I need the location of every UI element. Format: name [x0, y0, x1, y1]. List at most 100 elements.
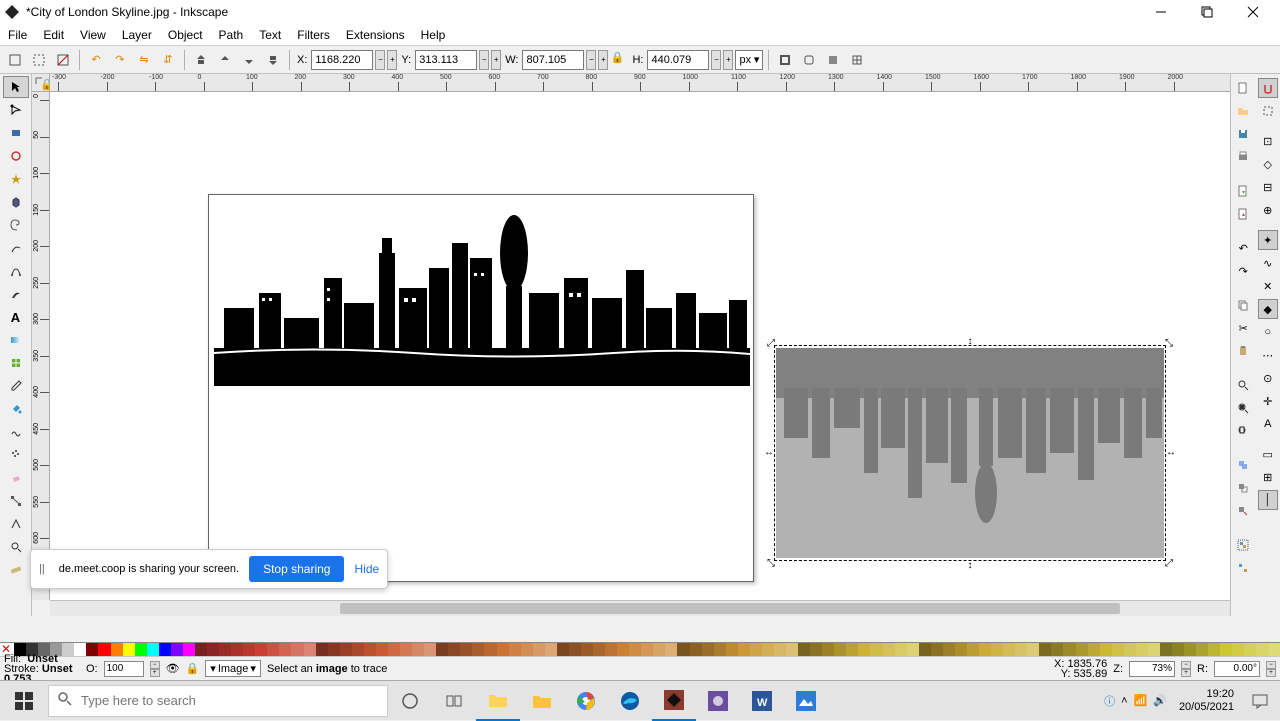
ruler-origin[interactable]: 🔒	[32, 74, 50, 92]
star-tool[interactable]	[3, 168, 29, 190]
swatch[interactable]	[810, 643, 822, 657]
mesh-tool[interactable]	[3, 352, 29, 374]
rotation-input[interactable]	[1214, 661, 1260, 677]
clone-button[interactable]	[1233, 478, 1253, 498]
zoom-inc[interactable]: +	[1181, 669, 1191, 677]
scrollbar-horizontal[interactable]	[50, 600, 1230, 616]
swatch[interactable]	[1232, 643, 1244, 657]
unlink-clone-button[interactable]	[1233, 501, 1253, 521]
menu-help[interactable]: Help	[413, 26, 454, 44]
swatch[interactable]	[1100, 643, 1112, 657]
swatch[interactable]	[786, 643, 798, 657]
snap-smooth-button[interactable]: ○	[1258, 322, 1278, 342]
taskbar-app-chrome[interactable]	[564, 681, 608, 721]
eraser-tool[interactable]	[3, 467, 29, 489]
swatch[interactable]	[424, 643, 436, 657]
swatch[interactable]	[279, 643, 291, 657]
swatch[interactable]	[1148, 643, 1160, 657]
rect-tool[interactable]	[3, 122, 29, 144]
swatch[interactable]	[400, 643, 412, 657]
w-dec[interactable]: −	[586, 50, 596, 70]
swatch[interactable]	[1172, 643, 1184, 657]
snap-page-button[interactable]: ▭	[1258, 444, 1278, 464]
task-view-button[interactable]	[432, 681, 476, 721]
measure-tool[interactable]	[3, 559, 29, 581]
swatch[interactable]	[328, 643, 340, 657]
action-center-button[interactable]	[1240, 681, 1280, 721]
swatch[interactable]	[750, 643, 762, 657]
spiral-tool[interactable]	[3, 214, 29, 236]
lower-bottom-button[interactable]	[262, 49, 284, 71]
menu-view[interactable]: View	[72, 26, 114, 44]
pause-icon[interactable]: ||	[39, 563, 45, 575]
swatch[interactable]	[460, 643, 472, 657]
swatch[interactable]	[883, 643, 895, 657]
select-all-layers-button[interactable]	[4, 49, 26, 71]
swatch[interactable]	[219, 643, 231, 657]
swatch[interactable]	[316, 643, 328, 657]
swatch[interactable]	[943, 643, 955, 657]
handle-sw[interactable]	[766, 558, 776, 568]
swatch[interactable]	[593, 643, 605, 657]
rot-inc[interactable]: +	[1266, 669, 1276, 677]
zoom-tool[interactable]	[3, 536, 29, 558]
bezier-tool[interactable]	[3, 260, 29, 282]
swatch[interactable]	[1039, 643, 1051, 657]
snap-bbox-midpoint-button[interactable]: ⊟	[1258, 177, 1278, 197]
snap-cusp-button[interactable]: ◆	[1258, 299, 1278, 319]
swatch[interactable]	[1063, 643, 1075, 657]
swatch[interactable]	[1015, 643, 1027, 657]
menu-object[interactable]: Object	[160, 26, 211, 44]
scale-corners-button[interactable]	[798, 49, 820, 71]
swatch[interactable]	[1124, 643, 1136, 657]
swatch[interactable]	[1269, 643, 1280, 657]
taskbar-app-photos[interactable]	[784, 681, 828, 721]
canvas[interactable]	[50, 92, 1230, 600]
raise-top-button[interactable]	[190, 49, 212, 71]
save-doc-button[interactable]	[1233, 124, 1253, 144]
swatch[interactable]	[1244, 643, 1256, 657]
swatch[interactable]	[147, 643, 159, 657]
swatch[interactable]	[1076, 643, 1088, 657]
import-button[interactable]	[1233, 181, 1253, 201]
group-button[interactable]	[1233, 535, 1253, 555]
swatch[interactable]	[605, 643, 617, 657]
swatch[interactable]	[484, 643, 496, 657]
fill-stroke-indicator[interactable]: Fill: Unset Stroke: Unset 0.753	[4, 654, 80, 684]
scale-stroke-button[interactable]	[774, 49, 796, 71]
swatch[interactable]	[98, 643, 110, 657]
swatch[interactable]	[822, 643, 834, 657]
snap-bbox-edge-button[interactable]: ⊡	[1258, 131, 1278, 151]
menu-file[interactable]: File	[0, 26, 35, 44]
swatch[interactable]	[641, 643, 653, 657]
swatch[interactable]	[207, 643, 219, 657]
swatch[interactable]	[967, 643, 979, 657]
x-dec[interactable]: −	[375, 50, 385, 70]
export-button[interactable]	[1233, 204, 1253, 224]
handle-s[interactable]	[965, 560, 975, 570]
snap-grid-button[interactable]: ⊞	[1258, 467, 1278, 487]
tray-wifi-icon[interactable]: 📶	[1134, 694, 1148, 707]
menu-layer[interactable]: Layer	[114, 26, 160, 44]
zoom-input[interactable]	[1129, 661, 1175, 677]
snap-bbox-corner-button[interactable]: ◇	[1258, 154, 1278, 174]
swatch[interactable]	[690, 643, 702, 657]
node-tool[interactable]	[3, 99, 29, 121]
image-skyline-bw[interactable]	[214, 198, 750, 386]
lower-button[interactable]	[238, 49, 260, 71]
swatch[interactable]	[629, 643, 641, 657]
connector-tool[interactable]	[3, 490, 29, 512]
spray-tool[interactable]	[3, 444, 29, 466]
menu-edit[interactable]: Edit	[35, 26, 72, 44]
y-inc[interactable]: +	[491, 50, 501, 70]
gradient-tool[interactable]	[3, 329, 29, 351]
swatch[interactable]	[123, 643, 135, 657]
swatch[interactable]	[979, 643, 991, 657]
taskbar-app-purple[interactable]	[696, 681, 740, 721]
swatch[interactable]	[497, 643, 509, 657]
swatch[interactable]	[111, 643, 123, 657]
swatch[interactable]	[1208, 643, 1220, 657]
h-inc[interactable]: +	[723, 50, 733, 70]
swatch[interactable]	[907, 643, 919, 657]
taskbar-app-files[interactable]	[520, 681, 564, 721]
